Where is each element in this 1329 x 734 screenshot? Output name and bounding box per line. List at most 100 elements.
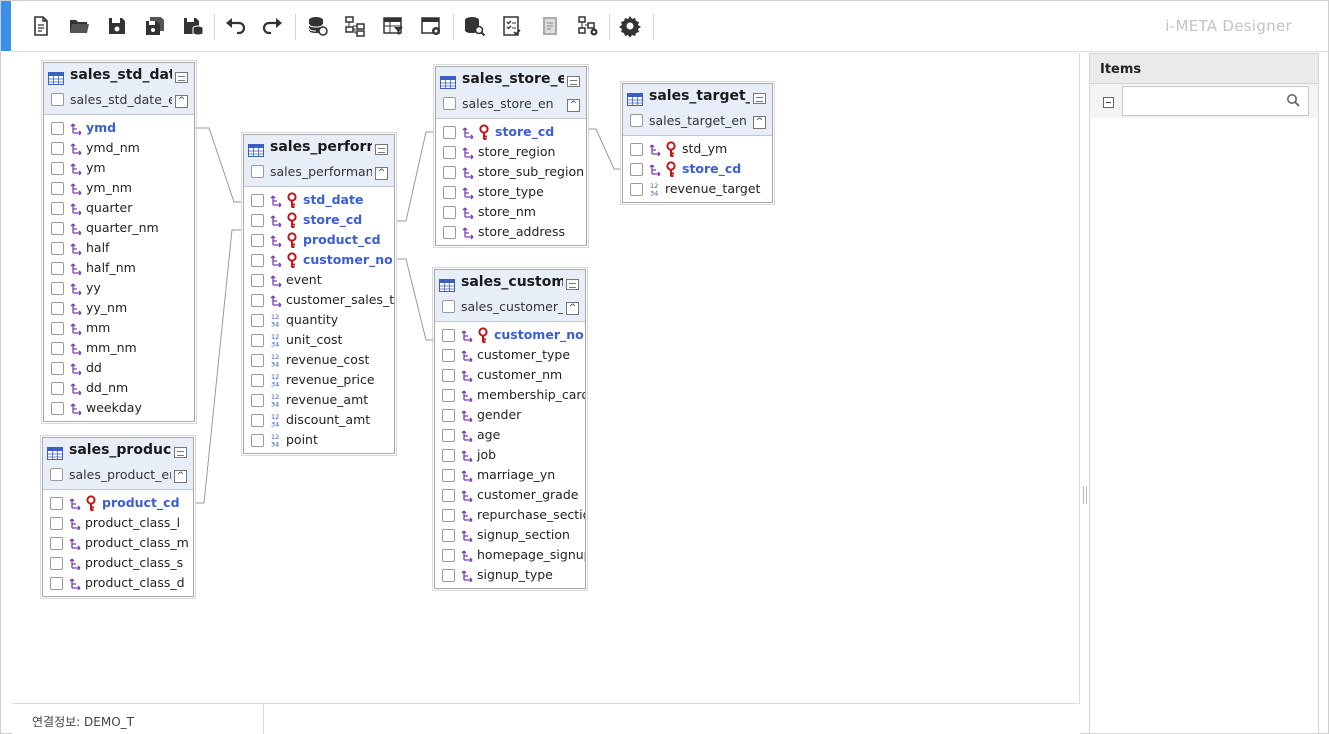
column-row[interactable]: customer_no — [435, 325, 585, 345]
column-checkbox[interactable] — [50, 577, 63, 590]
column-checkbox[interactable] — [51, 402, 64, 415]
column-checkbox[interactable] — [442, 489, 455, 502]
column-row[interactable]: dd_nm — [44, 378, 194, 398]
column-row[interactable]: yy — [44, 278, 194, 298]
column-checkbox[interactable] — [251, 294, 264, 307]
column-checkbox[interactable] — [443, 206, 456, 219]
open-folder-button[interactable] — [66, 13, 92, 39]
column-row[interactable]: product_class_s — [43, 553, 193, 573]
column-checkbox[interactable] — [251, 234, 264, 247]
column-checkbox[interactable] — [251, 274, 264, 287]
column-checkbox[interactable] — [51, 242, 64, 255]
column-checkbox[interactable] — [50, 557, 63, 570]
entity-header[interactable]: sales_product sales_product_en ^ — [43, 438, 193, 490]
column-row[interactable]: 12 34 revenue_amt — [244, 390, 394, 410]
column-checkbox[interactable] — [51, 202, 64, 215]
column-checkbox[interactable] — [51, 162, 64, 175]
collapse-toggle-icon[interactable]: ^ — [566, 302, 579, 315]
column-checkbox[interactable] — [251, 414, 264, 427]
entity-menu-icon[interactable] — [566, 279, 579, 290]
entity-checkbox[interactable] — [50, 468, 63, 481]
column-row[interactable]: customer_no — [244, 250, 394, 270]
settings-button[interactable] — [617, 13, 643, 39]
column-row[interactable]: quarter_nm — [44, 218, 194, 238]
column-row[interactable]: age — [435, 425, 585, 445]
entity-checkbox[interactable] — [442, 300, 455, 313]
save-all-button[interactable] — [142, 13, 168, 39]
undo-button[interactable] — [222, 13, 248, 39]
column-checkbox[interactable] — [251, 254, 264, 267]
column-row[interactable]: 12 34 revenue_target — [623, 179, 772, 199]
column-row[interactable]: dd — [44, 358, 194, 378]
column-row[interactable]: customer_sales_ti — [244, 290, 394, 310]
column-row[interactable]: store_sub_region — [436, 162, 586, 182]
column-row[interactable]: store_cd — [244, 210, 394, 230]
column-row[interactable]: 12 34 revenue_cost — [244, 350, 394, 370]
column-checkbox[interactable] — [251, 374, 264, 387]
items-search-input[interactable] — [1122, 86, 1309, 116]
column-row[interactable]: 12 34 discount_amt — [244, 410, 394, 430]
collapse-toggle-icon[interactable]: ^ — [175, 95, 188, 108]
column-row[interactable]: std_date — [244, 190, 394, 210]
column-checkbox[interactable] — [442, 529, 455, 542]
column-checkbox[interactable] — [442, 469, 455, 482]
column-row[interactable]: store_address — [436, 222, 586, 242]
column-row[interactable]: product_cd — [244, 230, 394, 250]
column-row[interactable]: gender — [435, 405, 585, 425]
db-link-button[interactable] — [304, 13, 330, 39]
column-checkbox[interactable] — [251, 394, 264, 407]
collapse-toggle-icon[interactable]: ^ — [375, 167, 388, 180]
column-row[interactable]: 12 34 unit_cost — [244, 330, 394, 350]
column-checkbox[interactable] — [442, 329, 455, 342]
diagram-canvas[interactable]: sales_std_dat sales_std_date_e ^ ymd ymd_nm y… — [12, 53, 1080, 703]
column-row[interactable]: product_class_l — [43, 513, 193, 533]
column-checkbox[interactable] — [51, 142, 64, 155]
entity-sales_product[interactable]: sales_product sales_product_en ^ product_cd… — [40, 435, 196, 599]
column-row[interactable]: signup_type — [435, 565, 585, 585]
column-checkbox[interactable] — [251, 314, 264, 327]
panel-splitter[interactable] — [1081, 53, 1089, 734]
entity-menu-icon[interactable] — [174, 447, 187, 458]
column-row[interactable]: 12 34 quantity — [244, 310, 394, 330]
column-row[interactable]: store_type — [436, 182, 586, 202]
column-row[interactable]: store_region — [436, 142, 586, 162]
column-row[interactable]: homepage_signup — [435, 545, 585, 565]
new-document-button[interactable] — [28, 13, 54, 39]
db-search-button[interactable] — [461, 13, 487, 39]
column-checkbox[interactable] — [442, 349, 455, 362]
column-row[interactable]: customer_grade — [435, 485, 585, 505]
column-row[interactable]: mm — [44, 318, 194, 338]
column-checkbox[interactable] — [251, 214, 264, 227]
save-db-button[interactable] — [180, 13, 206, 39]
column-row[interactable]: event — [244, 270, 394, 290]
entity-checkbox[interactable] — [630, 114, 643, 127]
entity-checkbox[interactable] — [51, 93, 64, 106]
table-filter-button[interactable] — [380, 13, 406, 39]
column-row[interactable]: repurchase_sectio — [435, 505, 585, 525]
entity-header[interactable]: sales_perform sales_performanc ^ — [244, 135, 394, 187]
column-checkbox[interactable] — [51, 122, 64, 135]
column-row[interactable]: customer_type — [435, 345, 585, 365]
column-checkbox[interactable] — [251, 334, 264, 347]
checklist-button[interactable] — [499, 13, 525, 39]
column-row[interactable]: weekday — [44, 398, 194, 418]
entity-header[interactable]: sales_store_e sales_store_en ^ — [436, 67, 586, 119]
column-row[interactable]: std_ym — [623, 139, 772, 159]
column-row[interactable]: store_cd — [436, 122, 586, 142]
column-checkbox[interactable] — [51, 342, 64, 355]
entity-header[interactable]: sales_custom sales_customer_e ^ — [435, 270, 585, 322]
column-row[interactable]: store_cd — [623, 159, 772, 179]
column-row[interactable]: mm_nm — [44, 338, 194, 358]
column-row[interactable]: half_nm — [44, 258, 194, 278]
search-icon[interactable] — [1286, 93, 1300, 107]
column-checkbox[interactable] — [442, 429, 455, 442]
column-checkbox[interactable] — [443, 126, 456, 139]
column-row[interactable]: quarter — [44, 198, 194, 218]
save-button[interactable] — [104, 13, 130, 39]
entity-checkbox[interactable] — [251, 165, 264, 178]
column-checkbox[interactable] — [630, 163, 643, 176]
entity-checkbox[interactable] — [443, 97, 456, 110]
tree-settings-button[interactable] — [575, 13, 601, 39]
column-row[interactable]: signup_section — [435, 525, 585, 545]
collapse-toggle-icon[interactable]: ^ — [567, 99, 580, 112]
